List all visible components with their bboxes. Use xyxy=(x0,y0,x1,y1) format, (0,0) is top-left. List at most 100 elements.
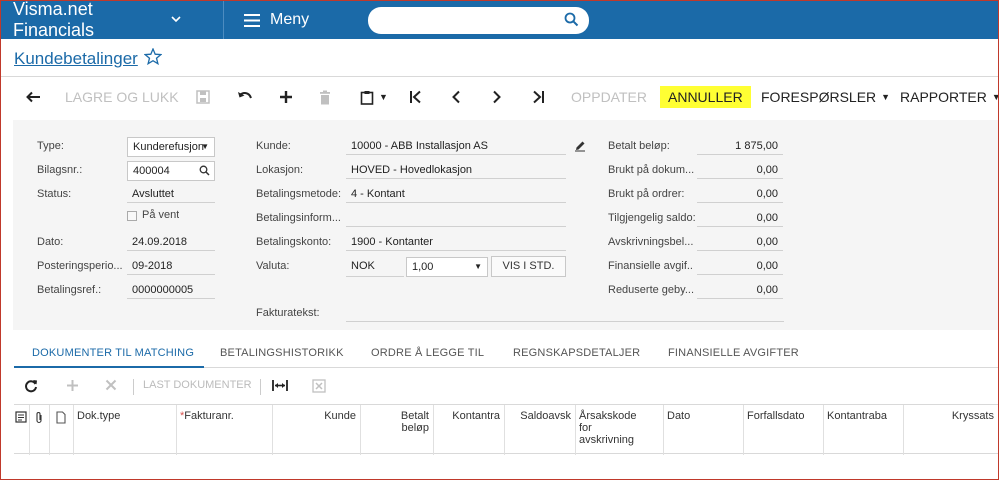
cash-account-field[interactable]: 1900 - Kontanter xyxy=(346,233,566,251)
back-arrow-icon[interactable] xyxy=(25,82,41,112)
toolbar-separator xyxy=(133,379,134,395)
col-due-date[interactable]: Forfallsdato xyxy=(744,405,824,455)
caret-down-icon: ▼ xyxy=(991,92,999,102)
customer-field[interactable]: 10000 - ABB Installasjon AS xyxy=(346,137,566,155)
grid-toolbar: LAST DOKUMENTER xyxy=(14,374,998,400)
delete-icon[interactable] xyxy=(319,82,331,112)
tab-accounting-details[interactable]: REGNSKAPSDETALJER xyxy=(513,347,640,359)
document-icon[interactable] xyxy=(50,405,74,455)
date-field[interactable]: 24.09.2018 xyxy=(127,233,215,251)
paid-amount-label: Betalt beløp: xyxy=(608,140,670,152)
col-balance-writeoff[interactable]: Saldoavsk xyxy=(505,405,576,455)
view-base-button[interactable]: VIS I STD. xyxy=(491,256,566,277)
col-cross-rate[interactable]: Kryssats xyxy=(904,405,998,455)
edit-pencil-icon[interactable] xyxy=(574,139,586,157)
status-value: Avsluttet xyxy=(127,185,215,203)
col-invoice-number-label: Fakturanr. xyxy=(184,410,234,422)
reports-menu[interactable]: RAPPORTER ▼ xyxy=(900,82,999,112)
applied-orders-value: 0,00 xyxy=(697,185,783,203)
payment-method-field[interactable]: 4 - Kontant xyxy=(346,185,566,203)
writeoff-amount-value: 0,00 xyxy=(697,233,783,251)
type-select[interactable]: Kunderefusjon ▼ xyxy=(127,137,215,157)
undo-icon[interactable] xyxy=(237,82,253,112)
type-label: Type: xyxy=(37,140,64,152)
tab-finance-charges[interactable]: FINANSIELLE AVGIFTER xyxy=(668,347,799,359)
page-title[interactable]: Kundebetalinger xyxy=(14,49,138,69)
form-panel: Type: Kunderefusjon ▼ Bilagsnr.: 400004 … xyxy=(13,120,998,330)
search-icon[interactable] xyxy=(564,12,579,32)
first-record-icon[interactable] xyxy=(409,82,423,112)
invoice-text-field[interactable] xyxy=(346,304,784,322)
col-paid-amount[interactable]: Betalt beløp xyxy=(361,405,434,455)
export-excel-icon[interactable] xyxy=(312,379,326,396)
app-switcher[interactable]: Visma.net Financials xyxy=(1,0,181,41)
add-row-icon[interactable] xyxy=(66,379,79,395)
on-hold-checkbox[interactable] xyxy=(127,211,137,221)
search-input[interactable] xyxy=(368,7,589,34)
add-icon[interactable] xyxy=(279,82,293,112)
grid-body xyxy=(14,454,998,479)
save-close-button[interactable]: LAGRE OG LUKK xyxy=(65,82,179,112)
paid-amount-field[interactable]: 1 875,00 xyxy=(697,137,783,155)
fit-columns-icon[interactable] xyxy=(272,379,288,395)
period-label: Posteringsperio... xyxy=(37,260,123,272)
col-doc-type[interactable]: Dok.type xyxy=(74,405,177,455)
caret-down-icon: ▼ xyxy=(474,262,482,271)
col-writeoff-reason-label: Årsakskode for avskrivning xyxy=(579,410,637,446)
location-field[interactable]: HOVED - Hovedlokasjon xyxy=(346,161,566,179)
toolbar-separator xyxy=(260,379,261,395)
date-label: Dato: xyxy=(37,236,64,248)
active-tab-indicator xyxy=(14,366,204,368)
col-writeoff-reason[interactable]: Årsakskode for avskrivning xyxy=(576,405,664,455)
previous-record-icon[interactable] xyxy=(451,82,461,112)
last-record-icon[interactable] xyxy=(531,82,545,112)
reduced-fees-value: 0,00 xyxy=(697,281,783,299)
payment-method-label: Betalingsmetode: xyxy=(256,188,341,200)
applied-orders-label: Brukt på ordrer: xyxy=(608,188,685,200)
update-button[interactable]: OPPDATER xyxy=(571,82,647,112)
tab-orders-to-add[interactable]: ORDRE Å LEGGE TIL xyxy=(371,347,484,359)
col-invoice-number[interactable]: *Fakturanr. xyxy=(177,405,273,455)
period-field[interactable]: 09-2018 xyxy=(127,257,215,275)
reports-label: RAPPORTER xyxy=(900,89,987,105)
app-name: Visma.net Financials xyxy=(13,0,95,40)
col-cash-discount-date[interactable]: Kontantraba xyxy=(824,405,904,455)
clipboard-menu-icon[interactable]: ▼ xyxy=(360,82,388,112)
tab-documents-to-match[interactable]: DOKUMENTER TIL MATCHING xyxy=(32,347,194,359)
payment-info-field[interactable] xyxy=(346,209,566,227)
toolbar: LAGRE OG LUKK ▼ OPPDATER ANNULLER FORESP… xyxy=(1,82,999,112)
exchange-rate-select[interactable]: 1,00 ▼ xyxy=(406,257,488,277)
doc-number-label: Bilagsnr.: xyxy=(37,164,83,176)
menu-button[interactable]: Meny xyxy=(223,1,353,39)
load-documents-button[interactable]: LAST DOKUMENTER xyxy=(143,379,252,391)
status-label: Status: xyxy=(37,188,72,200)
favorite-star-icon[interactable] xyxy=(143,47,163,70)
col-date[interactable]: Dato xyxy=(664,405,744,455)
finance-charges-value: 0,00 xyxy=(697,257,783,275)
tab-bar: DOKUMENTER TIL MATCHING BETALINGSHISTORI… xyxy=(14,342,998,368)
col-customer[interactable]: Kunde xyxy=(273,405,361,455)
inquiries-menu[interactable]: FORESPØRSLER ▼ xyxy=(761,82,890,112)
top-bar: Visma.net Financials Meny xyxy=(1,0,998,41)
col-cash-discount[interactable]: Kontantra xyxy=(434,405,505,455)
attachment-icon[interactable] xyxy=(30,405,50,455)
invoice-text-label: Fakturatekst: xyxy=(256,307,320,319)
next-record-icon[interactable] xyxy=(492,82,502,112)
customer-label: Kunde: xyxy=(256,140,291,152)
search-icon[interactable] xyxy=(199,165,210,179)
hamburger-icon xyxy=(244,13,260,27)
delete-row-icon[interactable] xyxy=(105,379,117,394)
save-icon[interactable] xyxy=(196,82,210,112)
applied-docs-label: Brukt på dokum... xyxy=(608,164,694,176)
notes-icon[interactable] xyxy=(14,405,30,455)
cancel-button[interactable]: ANNULLER xyxy=(660,86,751,108)
tab-payment-history[interactable]: BETALINGSHISTORIKK xyxy=(220,347,344,359)
payment-ref-label: Betalingsref.: xyxy=(37,284,102,296)
currency-field[interactable]: NOK xyxy=(346,257,404,277)
doc-number-field[interactable]: 400004 xyxy=(127,161,215,181)
payment-ref-field[interactable]: 0000000005 xyxy=(127,281,215,299)
divider xyxy=(1,76,998,77)
refresh-icon[interactable] xyxy=(24,379,38,396)
col-paid-amount-label: Betalt beløp xyxy=(400,410,429,434)
finance-charges-label: Finansielle avgif... xyxy=(608,260,694,272)
